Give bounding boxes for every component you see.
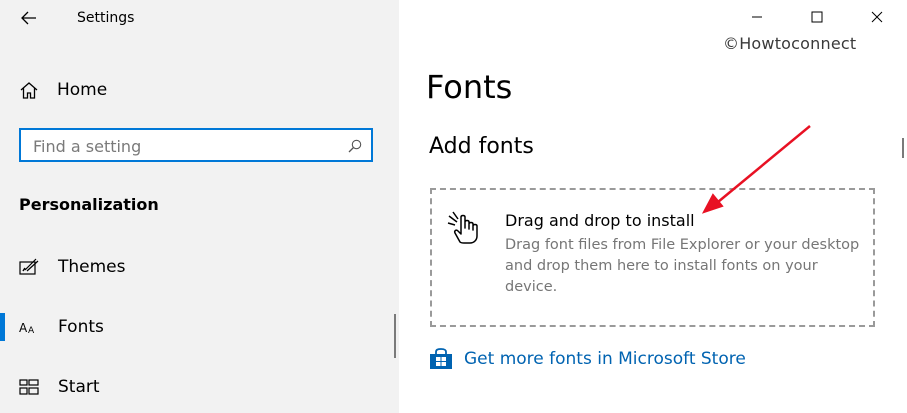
sidebar-item-home[interactable]: Home — [18, 78, 107, 102]
store-link-label: Get more fonts in Microsoft Store — [464, 349, 746, 369]
sidebar-item-start[interactable]: Start — [18, 375, 100, 399]
store-icon — [430, 348, 452, 369]
sidebar-item-label: Fonts — [58, 317, 104, 337]
fonts-icon: A A — [18, 317, 40, 337]
search-input[interactable] — [33, 135, 333, 157]
maximize-button[interactable] — [787, 0, 847, 34]
sidebar: Settings Home Personalization Themes A — [0, 0, 399, 413]
minimize-icon — [752, 16, 762, 18]
sidebar-item-fonts[interactable]: A A Fonts — [18, 315, 104, 339]
start-icon — [18, 377, 40, 397]
drop-zone-title: Drag and drop to install — [505, 211, 695, 230]
minimize-button[interactable] — [727, 0, 787, 34]
section-heading: Add fonts — [429, 134, 534, 159]
close-button[interactable] — [847, 0, 907, 34]
selected-indicator — [0, 313, 5, 341]
sidebar-scrollbar[interactable] — [394, 314, 396, 358]
main-scrollbar[interactable] — [902, 138, 904, 158]
app-title: Settings — [77, 10, 135, 26]
sidebar-item-themes[interactable]: Themes — [18, 255, 126, 279]
back-button[interactable] — [18, 8, 40, 28]
back-arrow-icon — [21, 11, 36, 25]
search-box[interactable] — [19, 128, 373, 162]
maximize-icon — [811, 11, 823, 23]
font-drop-zone[interactable]: Drag and drop to install Drag font files… — [430, 188, 875, 327]
sidebar-item-label: Start — [58, 377, 100, 397]
drag-hand-icon — [447, 211, 478, 244]
drop-zone-description: Drag font files from File Explorer or yo… — [505, 237, 860, 295]
microsoft-store-link[interactable]: Get more fonts in Microsoft Store — [429, 348, 746, 370]
sidebar-item-label: Themes — [58, 257, 126, 277]
page-title: Fonts — [426, 68, 513, 106]
section-title: Personalization — [19, 195, 159, 214]
close-icon — [871, 11, 883, 23]
svg-text:A: A — [19, 321, 28, 335]
svg-text:A: A — [28, 326, 35, 336]
sidebar-item-label: Home — [57, 80, 108, 100]
window-controls — [727, 0, 907, 34]
watermark: ©Howtoconnect — [723, 34, 857, 53]
search-icon[interactable] — [348, 139, 362, 153]
home-icon — [20, 82, 38, 99]
themes-icon — [18, 257, 40, 277]
